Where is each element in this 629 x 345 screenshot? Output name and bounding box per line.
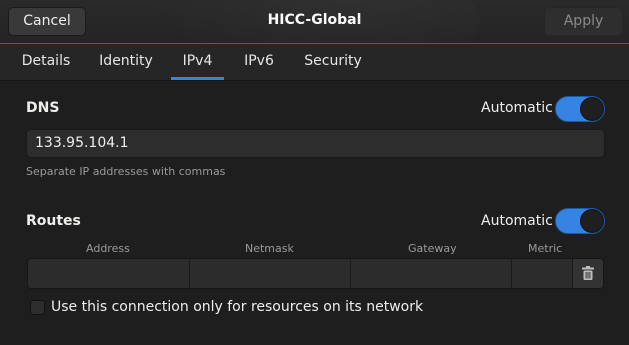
delete-route-button[interactable]: [573, 259, 603, 288]
dns-hint: Separate IP addresses with commas: [26, 165, 226, 178]
route-netmask-input[interactable]: [190, 259, 351, 288]
tab-security[interactable]: Security: [294, 44, 372, 80]
only-local-resources-label: Use this connection only for resources o…: [51, 299, 424, 315]
tab-identity[interactable]: Identity: [88, 44, 164, 80]
dns-automatic-label: Automatic: [481, 100, 553, 116]
switch-knob: [580, 209, 604, 233]
column-header-netmask: Netmask: [245, 242, 294, 255]
switch-knob: [580, 97, 604, 121]
dns-automatic-switch[interactable]: [555, 96, 605, 122]
dns-servers-input[interactable]: 133.95.104.1: [26, 129, 605, 158]
header-bar: Cancel HICC-Global Apply: [0, 0, 629, 43]
column-header-metric: Metric: [528, 242, 563, 255]
routes-automatic-label: Automatic: [481, 213, 553, 229]
tab-bar: Details Identity IPv4 IPv6 Security: [0, 44, 629, 81]
only-local-resources-checkbox[interactable]: [30, 300, 45, 315]
ipv4-page: DNS Automatic 133.95.104.1 Separate IP a…: [0, 81, 629, 345]
apply-button[interactable]: Apply: [544, 7, 623, 36]
route-gateway-input[interactable]: [351, 259, 512, 288]
routes-automatic-switch[interactable]: [555, 208, 605, 234]
route-metric-input[interactable]: [512, 259, 573, 288]
routes-heading: Routes: [26, 213, 81, 229]
route-row: [27, 258, 604, 289]
route-address-input[interactable]: [28, 259, 190, 288]
window-title: HICC-Global: [267, 12, 362, 28]
tab-details[interactable]: Details: [10, 44, 82, 80]
column-header-address: Address: [86, 242, 130, 255]
tab-ipv6[interactable]: IPv6: [233, 44, 285, 80]
trash-icon: [582, 266, 594, 280]
dns-heading: DNS: [26, 100, 60, 116]
tab-ipv4[interactable]: IPv4: [171, 44, 224, 80]
column-header-gateway: Gateway: [408, 242, 457, 255]
